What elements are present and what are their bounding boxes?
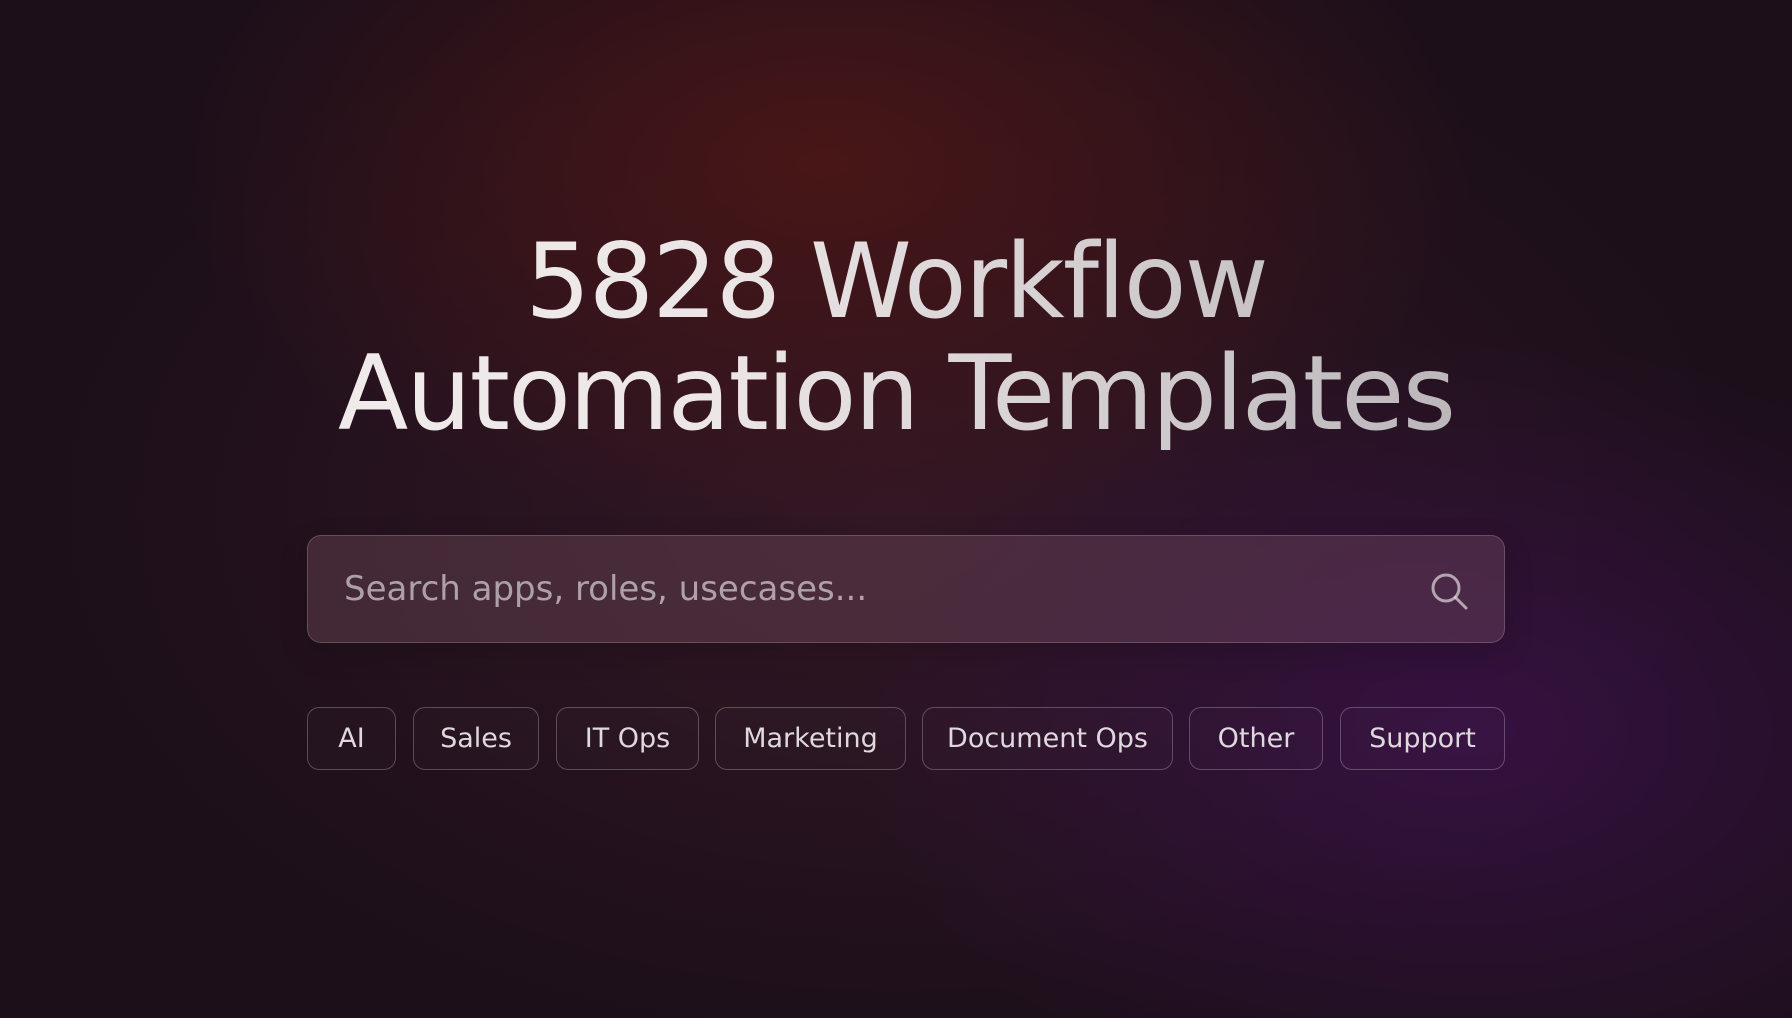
search-icon[interactable] xyxy=(1428,570,1470,612)
hero: 5828 Workflow Automation Templates xyxy=(0,226,1792,450)
filter-document-ops[interactable]: Document Ops xyxy=(922,707,1173,770)
filter-ai[interactable]: AI xyxy=(307,707,396,770)
filter-sales[interactable]: Sales xyxy=(413,707,539,770)
filter-marketing[interactable]: Marketing xyxy=(715,707,906,770)
filter-other[interactable]: Other xyxy=(1189,707,1323,770)
category-filters: AI Sales IT Ops Marketing Document Ops O… xyxy=(0,707,1792,770)
search-input[interactable] xyxy=(342,568,1406,610)
search-bar[interactable] xyxy=(307,535,1505,643)
title-line-2: Automation Templates xyxy=(337,334,1455,454)
page-title: 5828 Workflow Automation Templates xyxy=(0,226,1792,450)
filter-support[interactable]: Support xyxy=(1340,707,1505,770)
title-line-1: 5828 Workflow xyxy=(525,222,1267,342)
filter-it-ops[interactable]: IT Ops xyxy=(556,707,699,770)
